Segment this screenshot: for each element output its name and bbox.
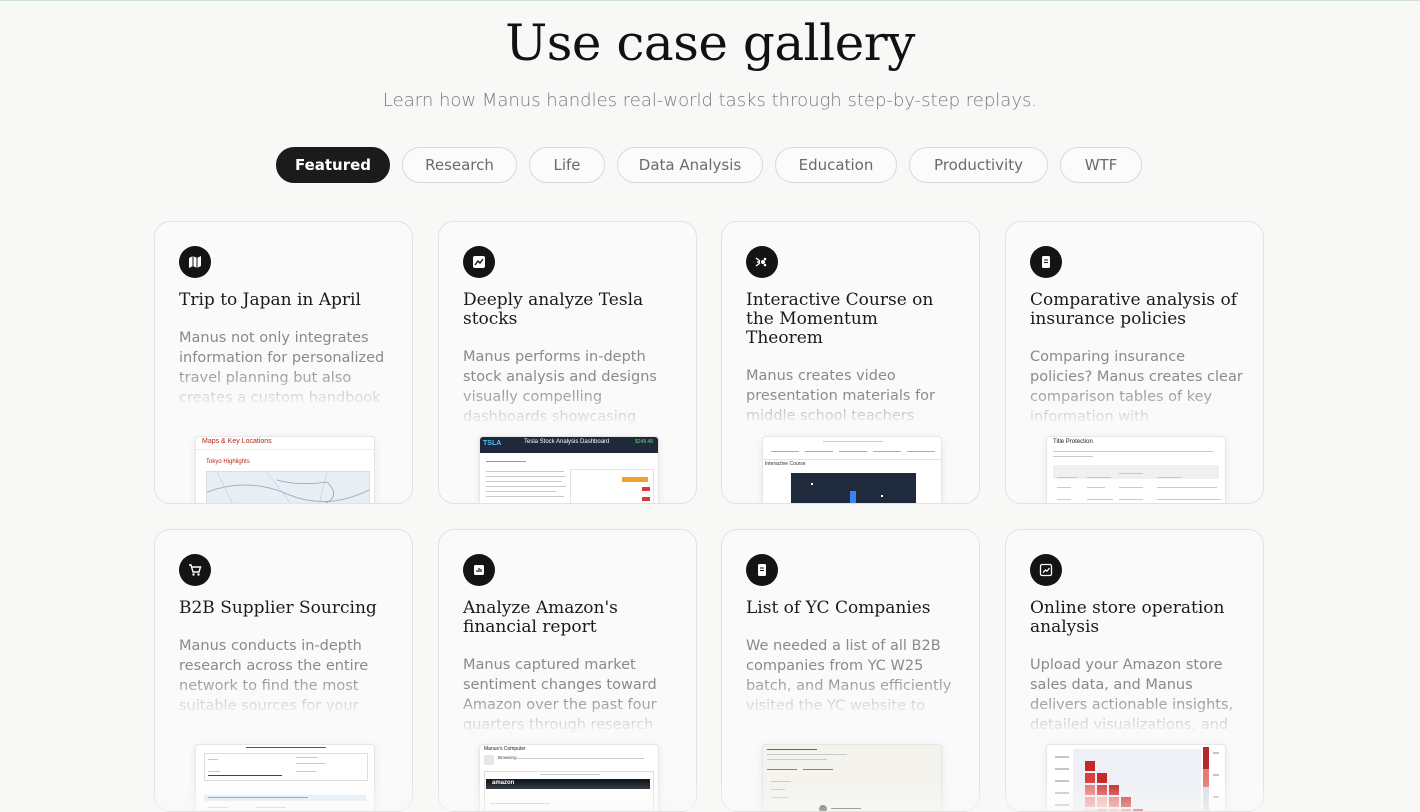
card-description: Manus not only integrates information fo… xyxy=(179,330,385,406)
use-case-card[interactable]: List of YC Companies We needed a list of… xyxy=(721,529,980,812)
card-preview xyxy=(1046,744,1226,811)
tab-productivity[interactable]: Productivity xyxy=(909,147,1048,183)
card-preview: Interactive Course xyxy=(762,436,942,503)
card-title: Online store operation analysis xyxy=(1030,598,1225,637)
tab-education[interactable]: Education xyxy=(775,147,897,183)
use-case-card[interactable]: Online store operation analysis Upload y… xyxy=(1005,529,1264,812)
tab-featured[interactable]: Featured xyxy=(276,147,390,183)
card-preview xyxy=(762,744,942,811)
amazon-logo: amazon xyxy=(492,780,515,786)
card-preview: TSLA Tesla Stock Analysis Dashboard $248… xyxy=(479,436,659,503)
use-case-card[interactable]: Interactive Course on the Momentum Theor… xyxy=(721,221,980,504)
card-description: Upload your Amazon store sales data, and… xyxy=(1030,657,1234,733)
card-title: Interactive Course on the Momentum Theor… xyxy=(746,290,934,348)
card-description: Manus conducts in-depth research across … xyxy=(179,638,369,714)
card-title: Comparative analysis of insurance polici… xyxy=(1030,290,1238,329)
preview-heading: Manus's Computer xyxy=(484,746,526,752)
map-icon xyxy=(179,246,211,278)
report-icon xyxy=(463,554,495,586)
chart-icon xyxy=(463,246,495,278)
simulation-image xyxy=(791,473,916,503)
category-tabs: Featured Research Life Data Analysis Edu… xyxy=(276,147,1142,185)
cart-icon xyxy=(179,554,211,586)
use-case-card[interactable]: Trip to Japan in April Manus not only in… xyxy=(154,221,413,504)
preview-heading: Interactive Course xyxy=(765,461,806,467)
tab-wtf[interactable]: WTF xyxy=(1060,147,1142,183)
card-description: Manus performs in-depth stock analysis a… xyxy=(463,349,657,425)
card-preview: Title Protection xyxy=(1046,436,1226,503)
card-preview xyxy=(195,744,375,811)
heatmap-image xyxy=(1047,745,1225,811)
map-image xyxy=(206,471,370,503)
document-icon xyxy=(746,554,778,586)
preview-subheading: Tokyo Highlights xyxy=(206,459,250,465)
top-divider xyxy=(0,0,1420,1)
card-title: Trip to Japan in April xyxy=(179,290,361,310)
card-title: B2B Supplier Sourcing xyxy=(179,598,377,618)
preview-heading: Tesla Stock Analysis Dashboard xyxy=(524,439,610,445)
use-case-card[interactable]: Analyze Amazon's financial report Manus … xyxy=(438,529,697,812)
card-title: List of YC Companies xyxy=(746,598,931,618)
tab-life[interactable]: Life xyxy=(529,147,605,183)
use-case-card[interactable]: B2B Supplier Sourcing Manus conducts in-… xyxy=(154,529,413,812)
card-description: Comparing insurance policies? Manus crea… xyxy=(1030,349,1243,425)
preview-badge: TSLA xyxy=(483,440,502,447)
card-preview: Maps & Key Locations Tokyo Highlights xyxy=(195,436,375,503)
preview-heading: Title Protection xyxy=(1053,439,1093,445)
use-case-card[interactable]: Comparative analysis of insurance polici… xyxy=(1005,221,1264,504)
preview-price: $248.48 xyxy=(635,439,654,445)
card-description: We needed a list of all B2B companies fr… xyxy=(746,638,952,714)
document-icon xyxy=(1030,246,1062,278)
tab-data-analysis[interactable]: Data Analysis xyxy=(617,147,763,183)
card-title: Analyze Amazon's financial report xyxy=(463,598,618,637)
tab-research[interactable]: Research xyxy=(402,147,517,183)
use-case-card[interactable]: Deeply analyze Tesla stocks Manus perfor… xyxy=(438,221,697,504)
atom-icon xyxy=(746,246,778,278)
analytics-icon xyxy=(1030,554,1062,586)
card-preview: Manus's Computer Browsing amazon xyxy=(479,744,659,811)
page-title: Use case gallery xyxy=(505,14,915,72)
preview-heading: Maps & Key Locations xyxy=(202,438,272,445)
page-subtitle: Learn how Manus handles real-world tasks… xyxy=(382,90,1038,111)
card-description: Manus creates video presentation materia… xyxy=(746,368,936,424)
card-description: Manus captured market sentiment changes … xyxy=(463,657,657,733)
card-title: Deeply analyze Tesla stocks xyxy=(463,290,644,329)
